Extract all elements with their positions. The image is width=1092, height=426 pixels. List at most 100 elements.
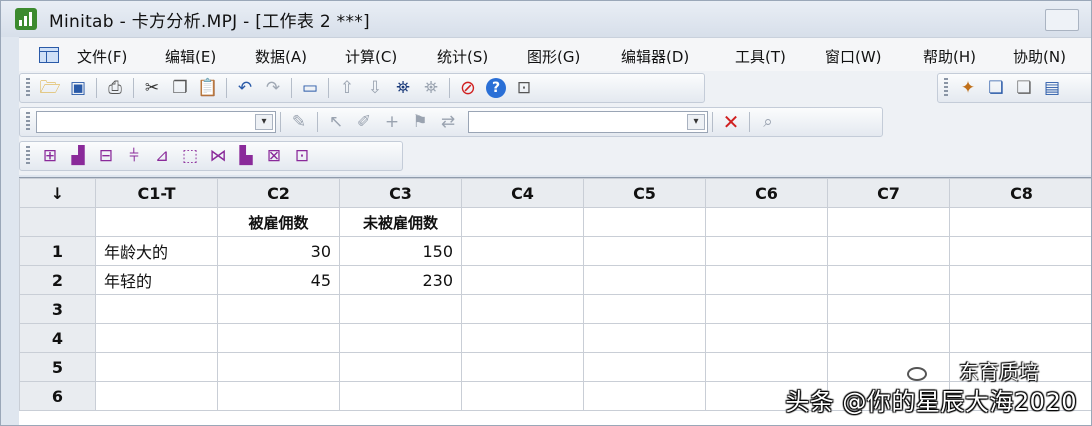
worksheet-cell[interactable]	[95, 323, 218, 353]
column-name-cell[interactable]	[827, 207, 950, 237]
worksheet-cell[interactable]	[583, 381, 706, 411]
help-icon[interactable]: ?	[482, 75, 510, 101]
flag-icon[interactable]: ⚑	[406, 109, 434, 135]
worksheet-cell[interactable]	[95, 352, 218, 382]
worksheet-cell[interactable]	[949, 294, 1091, 324]
column-name-cell[interactable]	[95, 207, 218, 237]
worksheet-cell[interactable]	[217, 323, 340, 353]
worksheet-cell[interactable]	[827, 265, 950, 295]
window-control-button[interactable]	[1045, 9, 1079, 31]
worksheet-cell[interactable]	[217, 381, 340, 411]
worksheet-cell[interactable]	[339, 381, 462, 411]
matrix-plot-icon[interactable]: ⊿	[148, 143, 176, 169]
control-chart-icon[interactable]: ⊡	[288, 143, 316, 169]
worksheet-cell[interactable]	[705, 236, 828, 266]
interval-plot-icon[interactable]: ⫩	[120, 143, 148, 169]
worksheet-cell[interactable]	[461, 381, 584, 411]
column-name-cell[interactable]	[949, 207, 1091, 237]
data-direction-arrow[interactable]: ↓	[19, 178, 96, 208]
worksheet-cell[interactable]	[827, 294, 950, 324]
histogram-icon[interactable]: ▟	[64, 143, 92, 169]
column-name-cell[interactable]: 未被雇佣数	[339, 207, 462, 237]
menu-editor[interactable]: 编辑器(D)	[621, 46, 689, 67]
worksheet-cell[interactable]	[461, 352, 584, 382]
print-icon[interactable]: ⎙	[101, 75, 129, 101]
worksheet-cell[interactable]: 年轻的	[95, 265, 218, 295]
info-icon[interactable]: ▤	[1038, 75, 1066, 101]
column-header[interactable]: C1-T	[95, 178, 218, 208]
replace-icon[interactable]: ⛯	[417, 75, 445, 101]
cancel-icon[interactable]: ⊘	[454, 75, 482, 101]
worksheet-cell[interactable]	[461, 294, 584, 324]
redo-icon[interactable]: ↷	[259, 75, 287, 101]
scroll-down-icon[interactable]: ⇩	[361, 75, 389, 101]
column-header[interactable]: C7	[827, 178, 950, 208]
project-manager-icon[interactable]: ⊡	[510, 75, 538, 101]
worksheet-cell[interactable]	[583, 352, 706, 382]
column-name-cell[interactable]	[583, 207, 706, 237]
menu-tools[interactable]: 工具(T)	[735, 46, 786, 67]
worksheet-cell[interactable]: 150	[339, 236, 462, 266]
brush-icon[interactable]: ✎	[285, 109, 313, 135]
graph-properties-icon[interactable]: ⇄	[434, 109, 462, 135]
worksheet-cell[interactable]	[583, 294, 706, 324]
worksheet-cell[interactable]	[461, 265, 584, 295]
pen-icon[interactable]: ✐	[350, 109, 378, 135]
column-name-cell[interactable]: 被雇佣数	[217, 207, 340, 237]
column-header[interactable]: C5	[583, 178, 706, 208]
row-number[interactable]: 2	[19, 265, 96, 295]
menu-data[interactable]: 数据(A)	[255, 46, 307, 67]
save-icon[interactable]: ▣	[64, 75, 92, 101]
scroll-up-icon[interactable]: ⇧	[333, 75, 361, 101]
worksheet-cell[interactable]	[95, 381, 218, 411]
zoom-icon[interactable]: ⌕	[754, 109, 782, 135]
column-name-cell[interactable]	[461, 207, 584, 237]
column-header[interactable]: C4	[461, 178, 584, 208]
worksheet-cell[interactable]	[705, 294, 828, 324]
row-number[interactable]: 4	[19, 323, 96, 353]
menu-assistant[interactable]: 协助(N)	[1013, 46, 1066, 67]
worksheet-cell[interactable]	[827, 236, 950, 266]
worksheet-system-menu-icon[interactable]	[39, 46, 59, 63]
row-number[interactable]: 1	[19, 236, 96, 266]
column-header[interactable]: C2	[217, 178, 340, 208]
toolbar-grip[interactable]	[944, 78, 948, 98]
worksheet-cell[interactable]: 年龄大的	[95, 236, 218, 266]
column-name-cell[interactable]	[705, 207, 828, 237]
column-header[interactable]: C8	[949, 178, 1091, 208]
paste-icon[interactable]: 📋	[194, 75, 222, 101]
open-folder-icon[interactable]: 🗁	[36, 75, 64, 101]
worksheet-cell[interactable]	[949, 323, 1091, 353]
copy-icon[interactable]: ❐	[166, 75, 194, 101]
menu-stat[interactable]: 统计(S)	[437, 46, 488, 67]
pareto-icon[interactable]: ⊠	[260, 143, 288, 169]
chevron-down-icon[interactable]: ▾	[687, 114, 705, 130]
select-arrow-icon[interactable]: ↖	[322, 109, 350, 135]
tile-windows-icon[interactable]: ❏	[1010, 75, 1038, 101]
worksheet-cell[interactable]	[705, 265, 828, 295]
crosshair-icon[interactable]: +	[378, 109, 406, 135]
menu-window[interactable]: 窗口(W)	[825, 46, 882, 67]
worksheet-cell[interactable]	[339, 294, 462, 324]
chevron-down-icon[interactable]: ▾	[255, 114, 273, 130]
menu-calc[interactable]: 计算(C)	[345, 46, 397, 67]
graph-attribute-combo[interactable]: ▾	[468, 111, 708, 133]
boxplot-icon[interactable]: ⊟	[92, 143, 120, 169]
delete-x-icon[interactable]: ✕	[717, 109, 745, 135]
menu-edit[interactable]: 编辑(E)	[165, 46, 216, 67]
worksheet-cell[interactable]	[583, 323, 706, 353]
worksheet-cell[interactable]	[705, 352, 828, 382]
worksheet-cell[interactable]	[95, 294, 218, 324]
worksheet-cell[interactable]	[217, 294, 340, 324]
worksheet-cell[interactable]	[583, 265, 706, 295]
worksheet-cell[interactable]	[339, 352, 462, 382]
worksheet-cell[interactable]	[583, 236, 706, 266]
time-series-icon[interactable]: ⋈	[204, 143, 232, 169]
row-number[interactable]: 3	[19, 294, 96, 324]
worksheet-cell[interactable]: 230	[339, 265, 462, 295]
column-header[interactable]: C3	[339, 178, 462, 208]
new-graph-icon[interactable]: ✦	[954, 75, 982, 101]
cut-icon[interactable]: ✂	[138, 75, 166, 101]
toolbar-grip[interactable]	[26, 112, 30, 132]
worksheet-cell[interactable]	[217, 352, 340, 382]
